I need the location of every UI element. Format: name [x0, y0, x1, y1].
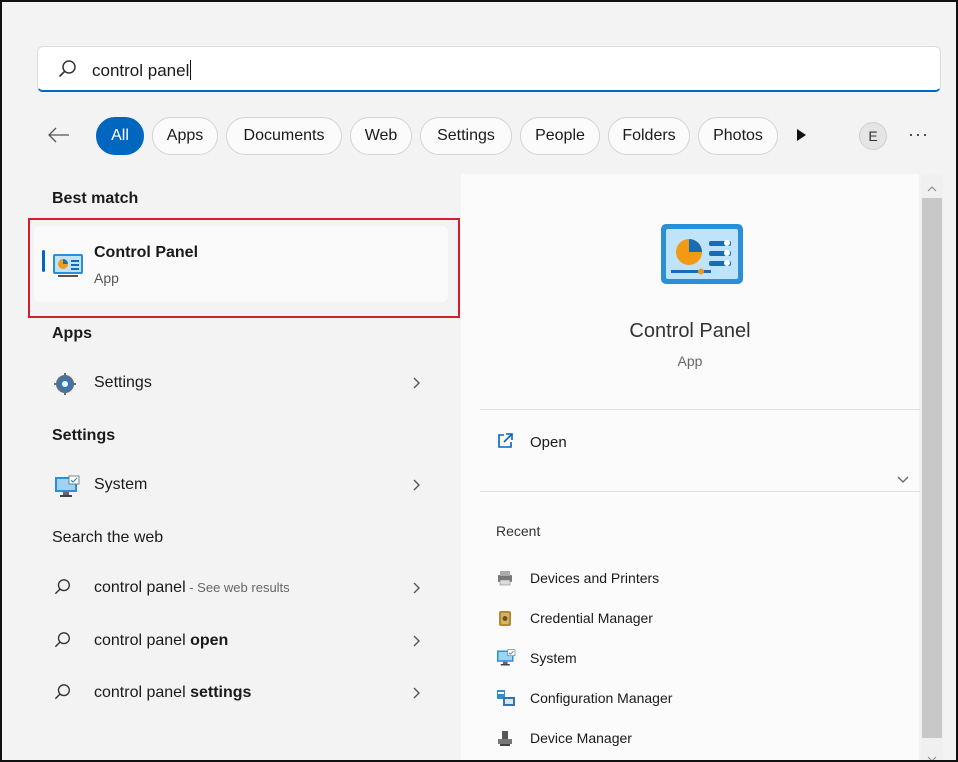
filter-chip-settings[interactable]: Settings — [420, 117, 512, 155]
chevron-right-icon[interactable] — [412, 633, 422, 654]
filter-chip-documents[interactable]: Documents — [226, 117, 342, 155]
details-subtitle: App — [677, 353, 703, 369]
device-manager-icon — [496, 729, 514, 750]
web-result-text: control panel open — [94, 632, 229, 649]
scroll-thumb[interactable] — [922, 198, 942, 738]
open-action[interactable]: Open — [496, 432, 567, 454]
recent-item-label: System — [530, 650, 577, 666]
open-external-icon — [496, 433, 514, 454]
filter-chip-all[interactable]: All — [96, 117, 144, 155]
web-result-0[interactable]: control panel - See web results — [54, 574, 434, 604]
chevron-right-icon[interactable] — [412, 375, 422, 396]
best-match-heading: Best match — [52, 190, 139, 207]
printer-icon — [496, 569, 514, 590]
best-match-title: Control Panel — [94, 244, 199, 261]
settings-result-system[interactable]: System — [54, 471, 434, 501]
start-search-window: control panel All Apps Documents Web Set… — [0, 0, 958, 762]
filter-chip-people[interactable]: People — [520, 117, 600, 155]
web-result-2[interactable]: control panel settings — [54, 679, 434, 709]
search-web-heading: Search the web — [52, 529, 164, 546]
account-avatar[interactable]: E — [859, 122, 887, 150]
expand-chevron-icon[interactable] — [896, 472, 910, 490]
chevron-right-icon[interactable] — [412, 477, 422, 498]
scroll-down-icon[interactable] — [927, 750, 937, 760]
divider — [480, 409, 920, 410]
open-label: Open — [530, 434, 567, 451]
recent-item-device-manager[interactable]: Device Manager — [496, 726, 896, 752]
config-icon — [496, 689, 516, 710]
more-filters-arrow-icon[interactable] — [795, 128, 807, 147]
recent-item-credential-manager[interactable]: Credential Manager — [496, 606, 896, 632]
details-title: Control Panel — [629, 320, 751, 342]
back-arrow-icon[interactable] — [44, 120, 74, 150]
chevron-right-icon[interactable] — [412, 580, 422, 601]
vault-icon — [496, 609, 514, 630]
selection-indicator — [42, 250, 45, 272]
settings-result-label: System — [94, 476, 148, 493]
web-result-text: control panel - See web results — [94, 579, 290, 596]
recent-item-label: Devices and Printers — [530, 570, 660, 586]
web-result-text: control panel settings — [94, 684, 252, 701]
more-options-button[interactable]: ··· — [908, 124, 929, 145]
best-match-subtitle: App — [94, 270, 119, 286]
recent-item-system[interactable]: System — [496, 646, 896, 672]
control-panel-large-icon — [661, 224, 743, 295]
recent-item-devices-and-printers[interactable]: Devices and Printers — [496, 566, 896, 592]
apps-heading: Apps — [52, 325, 92, 342]
recent-item-label: Configuration Manager — [530, 690, 673, 706]
web-result-1[interactable]: control panel open — [54, 627, 434, 657]
scroll-up-icon[interactable] — [927, 180, 937, 198]
app-result-label: Settings — [94, 374, 152, 391]
search-icon — [54, 631, 72, 654]
recent-item-label: Device Manager — [530, 730, 632, 746]
settings-heading: Settings — [52, 427, 116, 444]
app-result-settings[interactable]: Settings — [54, 369, 434, 399]
search-icon — [54, 683, 72, 706]
system-monitor-icon — [54, 475, 80, 504]
search-input[interactable]: control panel — [92, 60, 192, 81]
filter-chip-web[interactable]: Web — [350, 117, 412, 155]
search-icon — [54, 578, 72, 601]
settings-gear-icon — [54, 373, 76, 400]
chevron-right-icon[interactable] — [412, 685, 422, 706]
divider — [480, 491, 920, 492]
best-match-control-panel[interactable]: Control Panel App — [34, 226, 448, 302]
filter-chip-folders[interactable]: Folders — [608, 117, 690, 155]
search-box[interactable]: control panel — [37, 46, 941, 92]
recent-item-label: Credential Manager — [530, 610, 653, 626]
filter-chip-photos[interactable]: Photos — [698, 117, 778, 155]
details-scrollbar[interactable] — [921, 174, 943, 760]
monitor-icon — [496, 649, 516, 670]
recent-item-configuration-manager[interactable]: Configuration Manager — [496, 686, 896, 712]
search-icon — [58, 59, 78, 84]
filter-chip-apps[interactable]: Apps — [152, 117, 218, 155]
recent-heading: Recent — [496, 523, 541, 539]
control-panel-icon — [52, 252, 84, 283]
